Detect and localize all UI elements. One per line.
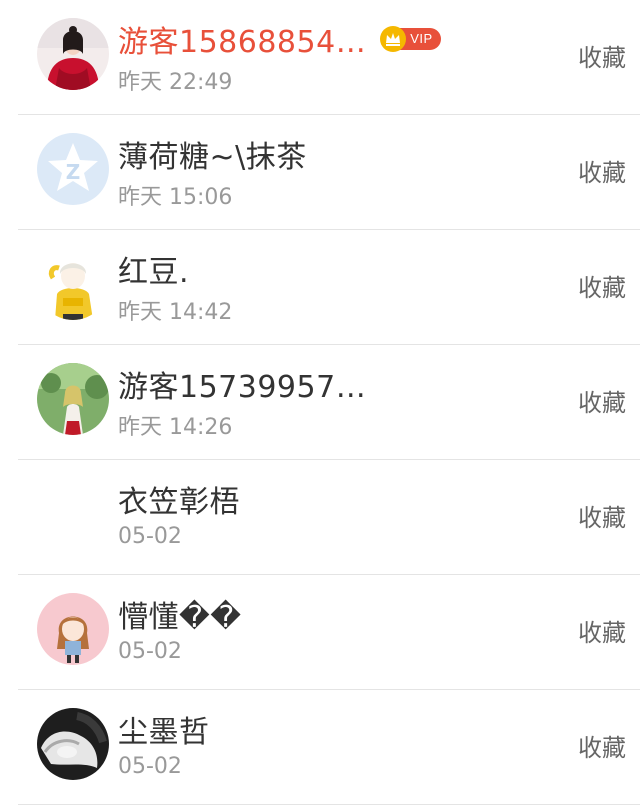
favorite-button[interactable]: 收藏: [578, 613, 626, 648]
avatar-image: [37, 708, 109, 780]
list-item[interactable]: 红豆. 昨天 14:42 收藏: [0, 230, 640, 345]
visit-time: 05-02: [118, 754, 182, 779]
avatar-image: [37, 363, 109, 435]
user-name[interactable]: 薄荷糖~\抹茶: [118, 132, 307, 176]
avatar-image: [37, 593, 109, 665]
avatar[interactable]: Z: [37, 133, 109, 205]
favorite-button[interactable]: 收藏: [578, 498, 626, 533]
user-name[interactable]: 游客15739957…: [118, 362, 366, 406]
user-name[interactable]: 游客15868854…: [118, 17, 366, 61]
visitor-list: 游客15868854… VIP 昨天 22:49 收藏 Z 薄荷糖~\抹茶 昨天…: [0, 0, 640, 809]
crown-icon: [380, 26, 407, 52]
avatar[interactable]: [37, 18, 109, 90]
visit-time: 05-02: [118, 639, 182, 664]
favorite-button[interactable]: 收藏: [578, 728, 626, 763]
visit-time: 昨天 15:06: [118, 185, 233, 210]
avatar[interactable]: [37, 478, 109, 550]
visit-time: 昨天 14:26: [118, 415, 233, 440]
avatar-image: [37, 18, 109, 90]
user-name[interactable]: 懵懂��: [118, 592, 242, 636]
favorite-button[interactable]: 收藏: [578, 383, 626, 418]
visit-time: 昨天 14:42: [118, 300, 233, 325]
list-item[interactable]: 懵懂�� 05-02 收藏: [0, 575, 640, 690]
list-item[interactable]: 游客15868854… VIP 昨天 22:49 收藏: [0, 0, 640, 115]
avatar[interactable]: [37, 593, 109, 665]
favorite-button[interactable]: 收藏: [578, 268, 626, 303]
user-name[interactable]: 尘墨哲: [118, 707, 210, 751]
favorite-button[interactable]: 收藏: [578, 38, 626, 73]
user-name[interactable]: 衣笠彰梧: [118, 477, 240, 521]
svg-text:Z: Z: [66, 160, 81, 184]
avatar[interactable]: [37, 363, 109, 435]
favorite-button[interactable]: 收藏: [578, 153, 626, 188]
avatar[interactable]: [37, 708, 109, 780]
default-avatar-icon: Z: [37, 133, 109, 205]
list-item[interactable]: 游客15739957… 昨天 14:26 收藏: [0, 345, 640, 460]
list-item[interactable]: 衣笠彰梧 05-02 收藏: [0, 460, 640, 575]
list-item[interactable]: Z 薄荷糖~\抹茶 昨天 15:06 收藏: [0, 115, 640, 230]
user-name[interactable]: 红豆.: [118, 247, 189, 291]
visit-time: 昨天 22:49: [118, 70, 233, 95]
visit-time: 05-02: [118, 524, 182, 549]
avatar-image: [37, 248, 109, 320]
vip-badge: VIP: [380, 26, 441, 52]
list-item[interactable]: 尘墨哲 05-02 收藏: [0, 690, 640, 805]
avatar[interactable]: [37, 248, 109, 320]
